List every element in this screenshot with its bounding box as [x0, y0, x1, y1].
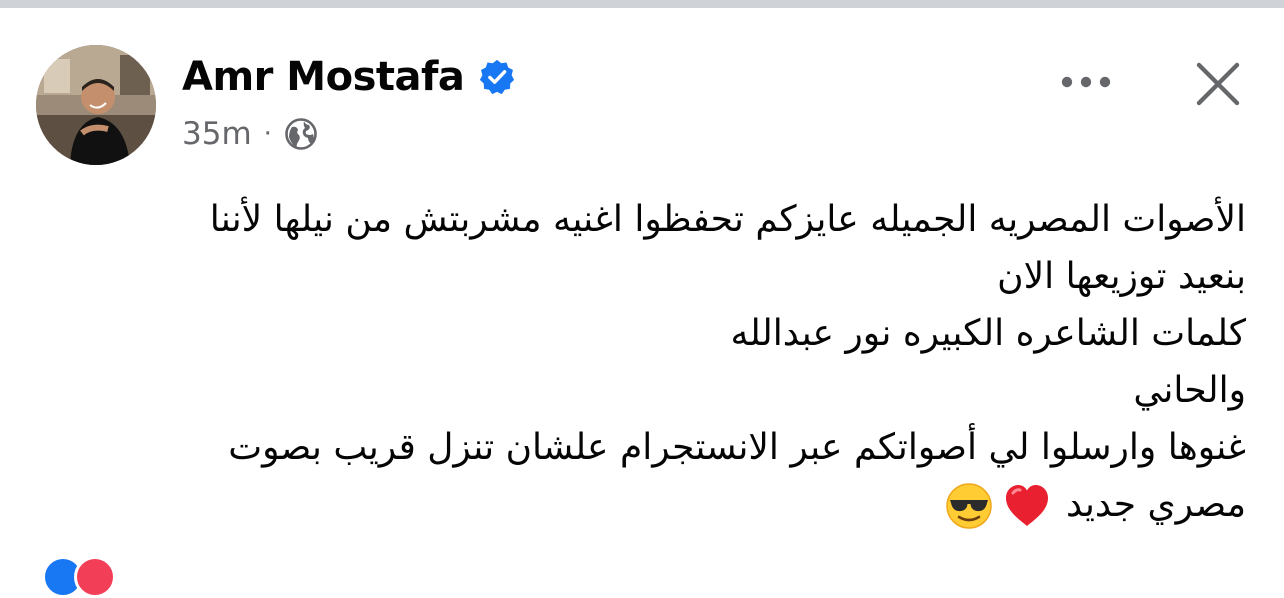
red-heart-icon [1005, 485, 1048, 526]
post-timestamp[interactable]: 35m [182, 116, 252, 152]
post-body-line: بنعيد توزيعها الان [997, 256, 1246, 297]
author-header: Amr Mostafa [182, 54, 516, 100]
more-options-button[interactable] [1058, 60, 1114, 104]
post-body-line: مصري جديد [1065, 484, 1246, 525]
post-body-line: غنوها وارسلوا لي أصواتكم عبر الانستجرام … [228, 427, 1246, 468]
post-body-line: كلمات الشاعره الكبيره نور عبدالله [730, 313, 1247, 354]
post-body-last-line: مصري جديد [36, 476, 1246, 533]
globe-icon [285, 118, 317, 150]
close-icon [1196, 62, 1240, 106]
meta-separator: · [263, 119, 272, 149]
top-divider-strip [0, 0, 1284, 8]
author-name[interactable]: Amr Mostafa [182, 54, 465, 100]
sunglasses-face-icon [946, 483, 992, 529]
author-avatar[interactable] [36, 45, 156, 165]
post-card: Amr Mostafa 35m · الأصوات المصريه الجميل… [0, 8, 1284, 598]
reaction-summary[interactable] [42, 556, 116, 598]
post-body: الأصوات المصريه الجميله عايزكم تحفظوا اغ… [36, 191, 1246, 533]
verified-icon [480, 59, 515, 95]
post-body-line: والحاني [1133, 370, 1246, 411]
avatar-photo [36, 45, 156, 165]
post-meta: 35m · [182, 116, 318, 152]
post-body-line: الأصوات المصريه الجميله عايزكم تحفظوا اغ… [209, 199, 1246, 240]
close-button[interactable] [1190, 56, 1246, 112]
love-reaction-icon [74, 556, 116, 598]
more-horizontal-icon [1061, 76, 1111, 88]
emoji-group [944, 481, 1052, 531]
